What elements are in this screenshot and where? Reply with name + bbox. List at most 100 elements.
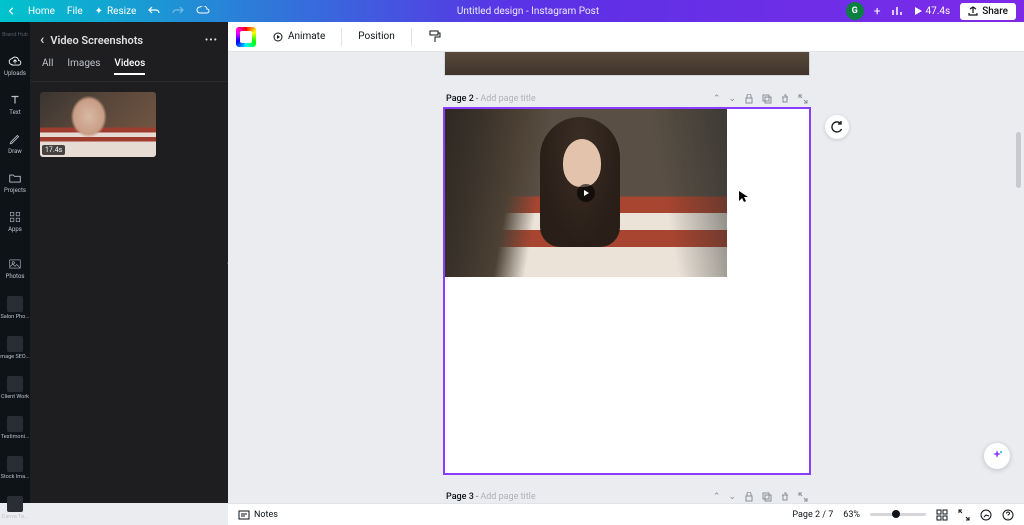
folder-thumb-icon <box>7 416 23 432</box>
page-3-label: Page 3 <box>446 492 474 502</box>
rail-folder-testimonials[interactable]: Testimoni... <box>0 412 30 444</box>
page-move-down-button[interactable]: ⌄ <box>728 94 736 104</box>
folder-thumb-icon <box>7 376 23 392</box>
add-member-button[interactable]: + <box>874 4 881 18</box>
page-2-canvas[interactable] <box>444 108 810 474</box>
video-element[interactable] <box>445 109 727 277</box>
page-1-sliver[interactable] <box>444 52 810 76</box>
rail-photos[interactable]: Photos <box>0 253 30 284</box>
insights-icon[interactable] <box>891 5 903 17</box>
fullscreen-button[interactable] <box>958 509 970 521</box>
rail-folder-client[interactable]: Client Work <box>0 372 30 404</box>
page-lock-button[interactable] <box>744 94 754 104</box>
rail-label: Client Work <box>1 394 29 400</box>
share-button[interactable]: Share <box>960 3 1016 20</box>
page-expand-button[interactable] <box>798 94 808 104</box>
panel-back-button[interactable]: ‹ <box>40 32 44 48</box>
folder-thumb-icon <box>7 296 23 312</box>
grid-view-button[interactable] <box>936 509 948 521</box>
document-title[interactable]: Untitled design - Instagram Post <box>210 6 845 17</box>
page-3-controls: Page 3 - Add page title ⌃ ⌄ <box>444 492 810 502</box>
zoom-slider[interactable] <box>870 513 926 516</box>
rail-label: Projects <box>4 187 26 194</box>
app-rail: Brand Hub Uploads Text Draw Projects App… <box>0 22 30 503</box>
page-3-title-input[interactable]: Add page title <box>480 492 535 502</box>
page-expand-button[interactable] <box>798 492 808 502</box>
rail-folder-stock[interactable]: Stock Ima... <box>0 452 30 484</box>
cursor-icon <box>739 191 749 203</box>
page-indicator[interactable]: Page 2 / 7 <box>792 510 833 520</box>
resize-menu[interactable]: ✦ Resize <box>95 6 137 17</box>
uploads-panel: ‹ Video Screenshots ••• All Images Video… <box>30 22 228 503</box>
rail-brand-hub[interactable]: Brand Hub <box>0 28 30 42</box>
zoom-level[interactable]: 63% <box>843 510 860 520</box>
panel-title: Video Screenshots <box>50 34 143 47</box>
bottom-bar: Notes Page 2 / 7 63% <box>228 503 1024 525</box>
tab-videos[interactable]: Videos <box>114 54 145 75</box>
folder-thumb-icon <box>7 496 23 512</box>
tab-all[interactable]: All <box>42 54 53 75</box>
page-lock-button[interactable] <box>744 492 754 502</box>
video-duration-badge: 17.4s <box>42 145 65 155</box>
cloud-upload-icon <box>8 54 22 68</box>
video-play-button[interactable] <box>577 184 595 202</box>
resize-label: Resize <box>107 6 136 17</box>
toolbar-divider <box>341 28 342 46</box>
animate-button[interactable]: Animate <box>266 28 331 46</box>
page-title-separator: - <box>476 492 479 502</box>
cloud-sync-icon[interactable] <box>196 6 210 16</box>
share-icon <box>968 6 978 16</box>
add-page-chevron[interactable]: ⌄ <box>608 496 618 503</box>
page-move-down-button[interactable]: ⌄ <box>728 492 736 502</box>
magic-fab-button[interactable] <box>984 443 1010 469</box>
page-delete-button[interactable] <box>780 94 790 104</box>
background-color-picker[interactable] <box>236 27 256 47</box>
page-move-up-button[interactable]: ⌃ <box>713 94 721 104</box>
play-preview-button[interactable]: 47.4s <box>913 6 951 17</box>
rail-draw[interactable]: Draw <box>0 128 30 159</box>
panel-more-button[interactable]: ••• <box>205 35 218 46</box>
rail-folder-salon[interactable]: Salon Pho... <box>0 292 30 324</box>
notes-button[interactable]: Notes <box>238 510 278 520</box>
canvas-area[interactable]: Page 2 - Add page title ⌃ ⌄ <box>228 52 1024 503</box>
undo-button[interactable] <box>148 6 160 16</box>
rail-label: Draw <box>8 148 22 155</box>
animate-icon <box>272 31 284 43</box>
apps-icon <box>8 210 22 224</box>
page-duplicate-button[interactable] <box>762 492 772 502</box>
context-toolbar: Animate Position <box>228 22 1024 52</box>
home-link[interactable]: Home <box>28 6 55 17</box>
user-avatar[interactable]: G <box>846 2 864 20</box>
rail-label: mage SEO... <box>0 354 29 360</box>
redo-button[interactable] <box>172 6 184 16</box>
rail-text[interactable]: Text <box>0 89 30 120</box>
vertical-scrollbar[interactable] <box>1016 132 1021 188</box>
video-thumbnail[interactable]: 17.4s <box>40 92 156 157</box>
rail-apps[interactable]: Apps <box>0 206 30 237</box>
present-button[interactable] <box>980 509 992 521</box>
page-delete-button[interactable] <box>780 492 790 502</box>
position-button[interactable]: Position <box>352 28 400 45</box>
rail-label: Uploads <box>4 70 26 77</box>
format-painter-button[interactable] <box>422 27 448 47</box>
rail-label: Text <box>9 109 20 116</box>
file-menu[interactable]: File <box>67 6 83 17</box>
back-button[interactable] <box>8 7 16 15</box>
page-duplicate-button[interactable] <box>762 94 772 104</box>
rail-label: Apps <box>8 226 22 233</box>
page-move-up-button[interactable]: ⌃ <box>713 492 721 502</box>
rail-label: Canva Te... <box>2 514 29 520</box>
refresh-icon <box>830 120 844 134</box>
rail-uploads[interactable]: Uploads <box>0 50 30 81</box>
text-icon <box>8 93 22 107</box>
canvas-inner: Page 2 - Add page title ⌃ ⌄ <box>228 52 1024 502</box>
header-left-group: Home File ✦ Resize <box>8 6 210 17</box>
tab-images[interactable]: Images <box>67 54 100 75</box>
page-2-title-input[interactable]: Add page title <box>480 94 535 104</box>
pencil-icon <box>8 132 22 146</box>
rail-folder-seo[interactable]: mage SEO... <box>0 332 30 364</box>
help-button[interactable] <box>1002 509 1014 521</box>
regenerate-button[interactable] <box>825 115 849 139</box>
rail-projects[interactable]: Projects <box>0 167 30 198</box>
rail-folder-canva-templates[interactable]: Canva Te... <box>0 492 30 524</box>
